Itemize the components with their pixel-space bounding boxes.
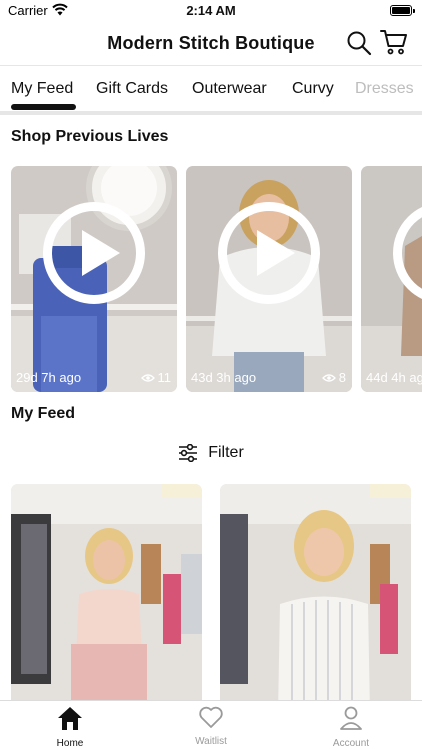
product-card[interactable] xyxy=(220,484,411,714)
play-icon xyxy=(82,230,120,276)
tab-waitlist[interactable]: Waitlist xyxy=(151,705,271,747)
tab-account[interactable]: Account xyxy=(291,705,411,749)
tab-account-label: Account xyxy=(332,738,370,749)
play-button[interactable] xyxy=(218,202,320,304)
shop-previous-lives-title: Shop Previous Lives xyxy=(11,128,169,145)
tabs-divider xyxy=(0,111,422,115)
play-button[interactable] xyxy=(43,202,145,304)
battery-icon xyxy=(390,5,415,16)
tab-curvy[interactable]: Curvy xyxy=(292,80,334,98)
eye-icon xyxy=(321,373,336,382)
tab-home[interactable]: Home xyxy=(10,705,130,749)
tab-gift-cards[interactable]: Gift Cards xyxy=(96,80,168,98)
tab-my-feed[interactable]: My Feed xyxy=(11,80,73,98)
eye-icon xyxy=(140,373,155,382)
filter-icon xyxy=(179,444,198,462)
live-card[interactable]: 44d 4h ago xyxy=(361,166,422,392)
live-time-ago: 43d 3h ago xyxy=(191,370,257,385)
live-time-ago: 29d 7h ago xyxy=(16,370,82,385)
account-icon xyxy=(340,706,362,730)
live-time-ago: 44d 4h ago xyxy=(366,370,422,385)
tab-waitlist-label: Waitlist xyxy=(195,736,227,747)
cart-icon[interactable] xyxy=(380,28,408,56)
tab-dresses[interactable]: Dresses xyxy=(355,80,414,98)
live-views: 11 xyxy=(140,370,172,385)
active-tab-indicator xyxy=(11,104,76,110)
search-icon[interactable] xyxy=(346,30,372,56)
bottom-tab-bar: Home Waitlist Account xyxy=(0,700,422,750)
live-view-count: 8 xyxy=(338,370,346,385)
filter-label: Filter xyxy=(208,444,244,461)
product-image xyxy=(11,484,202,714)
live-views: 8 xyxy=(321,370,346,385)
tab-home-label: Home xyxy=(56,738,84,749)
status-bar: Carrier 2:14 AM xyxy=(0,0,422,22)
live-card[interactable]: 43d 3h ago 8 xyxy=(186,166,352,392)
live-view-count: 11 xyxy=(157,370,172,385)
product-card[interactable] xyxy=(11,484,202,714)
live-card[interactable]: 29d 7h ago 11 xyxy=(11,166,177,392)
product-image xyxy=(220,484,411,714)
status-time: 2:14 AM xyxy=(186,3,236,18)
heart-icon xyxy=(199,706,223,728)
tab-outerwear[interactable]: Outerwear xyxy=(192,80,267,98)
filter-button[interactable]: Filter xyxy=(0,444,422,462)
play-icon xyxy=(257,230,295,276)
my-feed-title: My Feed xyxy=(11,405,76,422)
app-header: Modern Stitch Boutique xyxy=(0,22,422,66)
home-icon xyxy=(58,707,82,730)
